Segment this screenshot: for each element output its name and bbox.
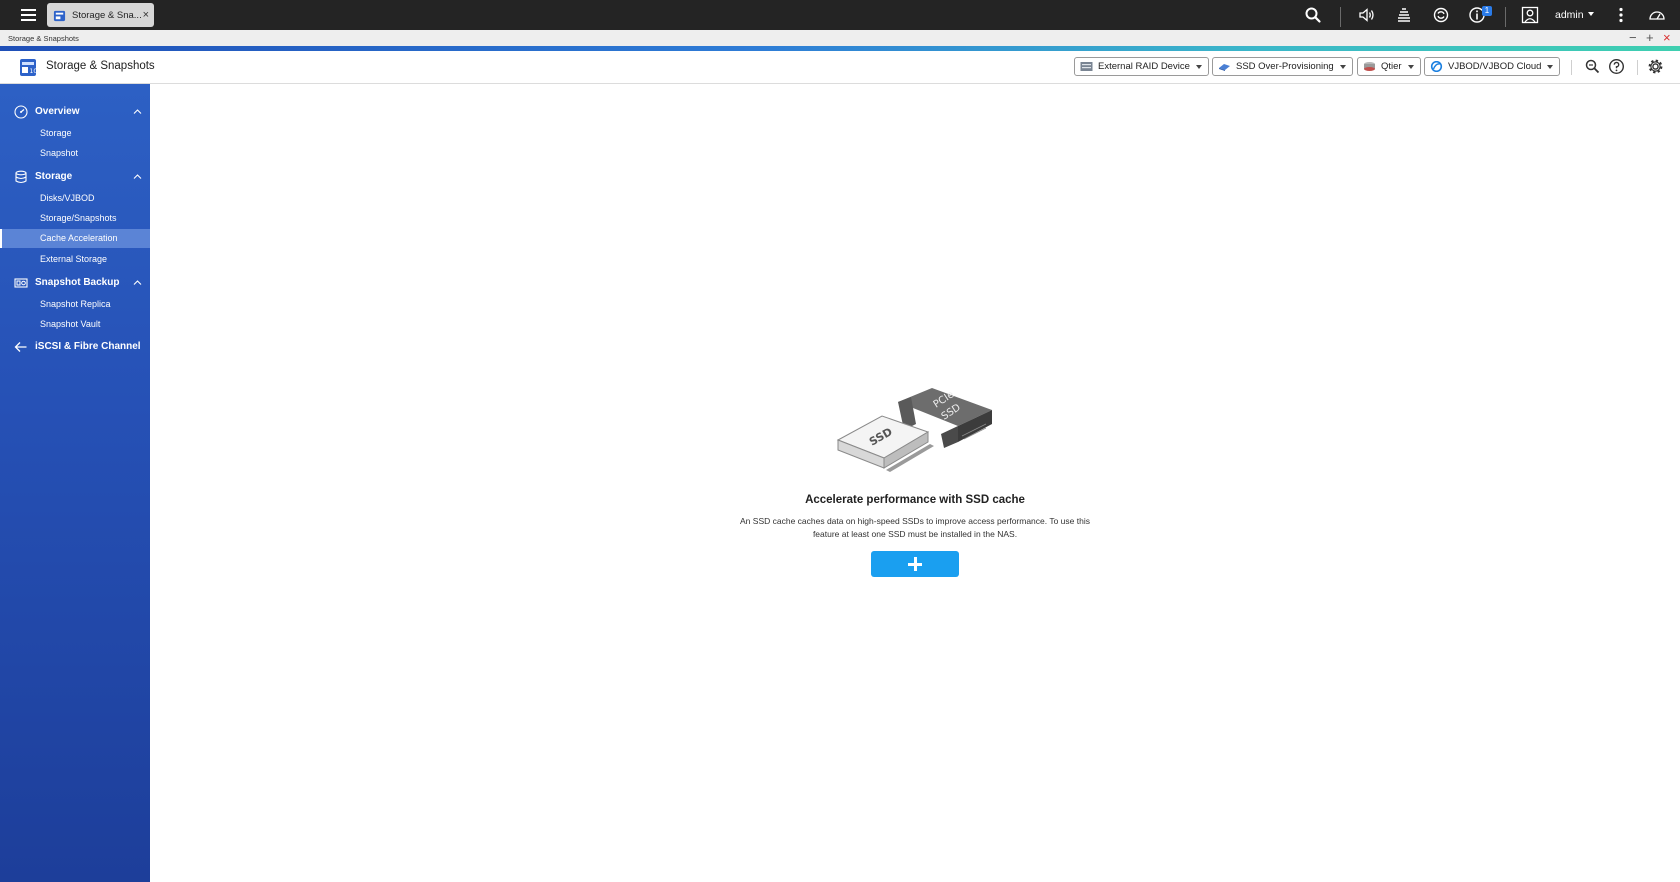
chevron-up-icon[interactable] — [133, 172, 142, 181]
gauge-icon — [14, 105, 28, 119]
sidebar-section-snapshot-backup[interactable]: Snapshot Backup — [0, 272, 150, 294]
volume-icon[interactable] — [1358, 6, 1376, 24]
sidebar-item-snapshot-vault[interactable]: Snapshot Vault — [0, 315, 150, 334]
taskbar-app-tab[interactable]: Storage & Sna... × — [47, 3, 154, 27]
gear-icon[interactable] — [1647, 58, 1664, 75]
iscsi-icon — [14, 342, 27, 352]
chevron-down-icon — [1407, 64, 1414, 69]
stack-icon[interactable] — [1395, 6, 1413, 24]
close-icon[interactable]: × — [143, 8, 149, 22]
qtier-icon — [1364, 62, 1375, 71]
user-menu[interactable]: admin — [1555, 9, 1594, 21]
chevron-down-icon — [1195, 64, 1202, 69]
minimize-button[interactable]: − — [1629, 31, 1637, 45]
sidebar-item-storage-overview[interactable]: Storage — [0, 124, 150, 143]
dashboard-gauge-icon[interactable] — [1648, 6, 1666, 24]
taskbar-tab-label: Storage & Sna... — [72, 9, 142, 21]
ssd-icon — [1219, 64, 1230, 71]
sidebar-section-iscsi-fibre-channel[interactable]: iSCSI & Fibre Channel — [0, 336, 150, 358]
more-options-icon[interactable] — [1612, 6, 1630, 24]
window-title-bar: Storage & Snapshots − + × — [0, 30, 1680, 46]
qtier-button[interactable]: Qtier — [1357, 57, 1421, 76]
chevron-up-icon[interactable] — [133, 278, 142, 287]
description-line-2: feature at least one SSD must be install… — [812, 529, 1018, 539]
sidebar-section-storage[interactable]: Storage — [0, 166, 150, 188]
help-icon[interactable] — [1608, 58, 1625, 75]
sidebar: Overview Storage Snapshot Storage Disks/… — [0, 84, 150, 882]
sync-icon[interactable] — [1432, 6, 1450, 24]
sidebar-section-overview[interactable]: Overview — [0, 101, 150, 123]
notification-badge: 1 — [1482, 6, 1492, 16]
user-avatar-icon[interactable] — [1521, 6, 1539, 24]
search-icon[interactable] — [1304, 6, 1322, 24]
ssd-over-provisioning-button[interactable]: SSD Over-Provisioning — [1212, 57, 1353, 76]
vjbod-cloud-button[interactable]: VJBOD/VJBOD Cloud — [1424, 57, 1561, 76]
svg-text:10: 10 — [30, 68, 38, 75]
cloud-icon — [1430, 61, 1443, 72]
create-ssd-cache-button[interactable] — [871, 551, 959, 577]
app-header: 10 Storage & Snapshots External RAID Dev… — [0, 51, 1680, 84]
database-icon — [15, 170, 27, 184]
empty-state-description: An SSD cache caches data on high-speed S… — [735, 515, 1095, 541]
sidebar-item-snapshot[interactable]: Snapshot — [0, 144, 150, 163]
empty-state-headline: Accelerate performance with SSD cache — [805, 494, 1025, 506]
raid-device-icon — [1080, 62, 1093, 71]
divider — [1637, 60, 1638, 75]
divider — [1505, 7, 1506, 27]
storage-snapshots-logo-icon: 10 — [20, 59, 38, 76]
window-title: Storage & Snapshots — [8, 34, 79, 43]
chevron-up-icon[interactable] — [133, 107, 142, 116]
disk-search-icon[interactable] — [1584, 58, 1601, 75]
storage-app-icon — [53, 10, 66, 21]
maximize-button[interactable]: + — [1646, 31, 1654, 45]
main-menu-icon[interactable] — [19, 5, 39, 25]
ssd-cache-illustration: PCIe SSD SSD — [836, 388, 992, 472]
external-raid-device-button[interactable]: External RAID Device — [1074, 57, 1209, 76]
app-title: Storage & Snapshots — [46, 60, 155, 72]
chevron-down-icon — [1339, 64, 1346, 69]
description-line-1: An SSD cache caches data on high-speed S… — [740, 516, 1090, 526]
os-taskbar: Storage & Sna... × 1 admin — [0, 0, 1680, 30]
divider — [1340, 7, 1341, 27]
close-window-button[interactable]: × — [1663, 31, 1671, 45]
snapshot-backup-icon — [14, 278, 28, 288]
sidebar-item-cache-acceleration[interactable]: Cache Acceleration — [0, 229, 150, 248]
sidebar-item-external-storage[interactable]: External Storage — [0, 250, 150, 269]
sidebar-item-snapshot-replica[interactable]: Snapshot Replica — [0, 295, 150, 314]
chevron-down-icon — [1547, 64, 1554, 69]
sidebar-item-disks-vjbod[interactable]: Disks/VJBOD — [0, 189, 150, 208]
divider — [1571, 60, 1572, 75]
sidebar-item-storage-snapshots[interactable]: Storage/Snapshots — [0, 209, 150, 228]
